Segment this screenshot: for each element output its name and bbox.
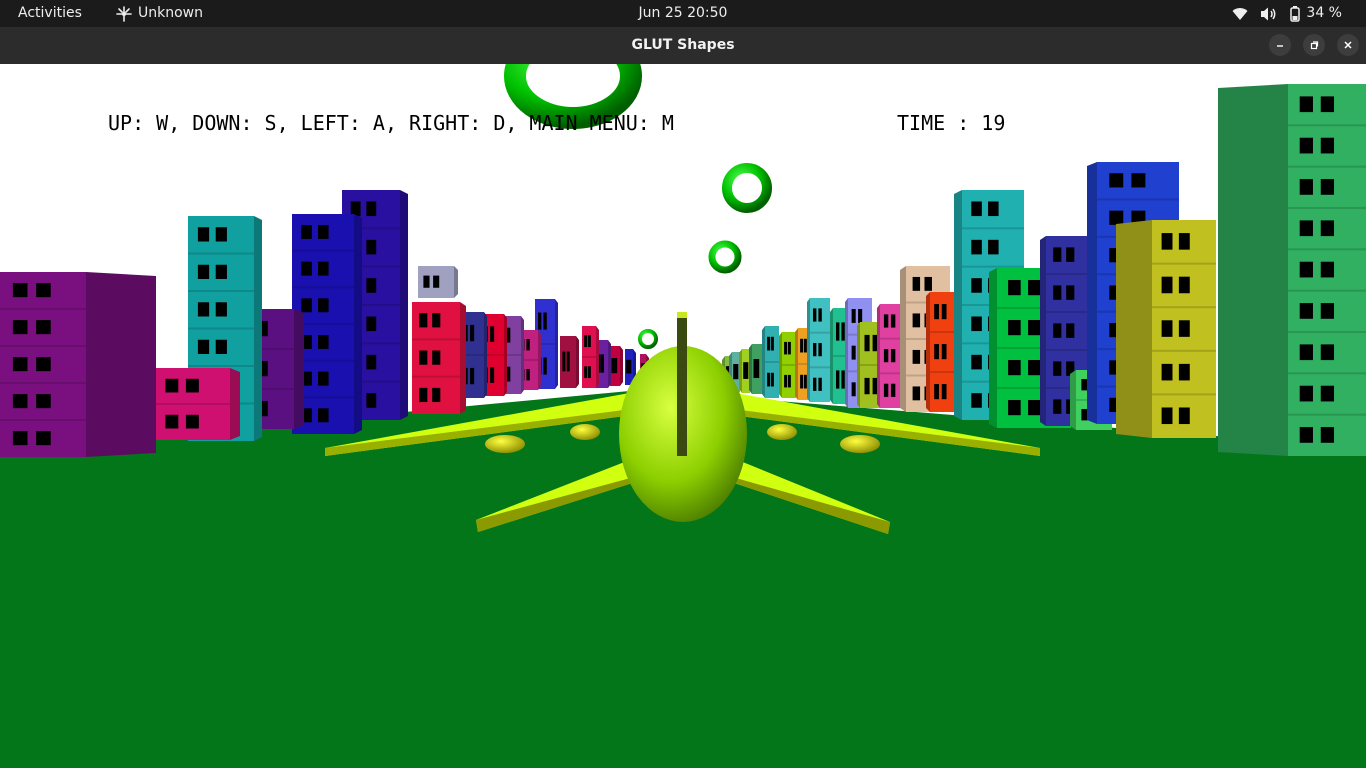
building <box>926 292 958 412</box>
building <box>418 266 458 298</box>
system-top-bar: Activities Unknown Jun 25 20:50 34 % <box>0 0 1366 27</box>
clock[interactable]: Jun 25 20:50 <box>639 5 728 21</box>
building <box>749 344 762 394</box>
building <box>412 302 466 414</box>
close-icon <box>1344 41 1352 49</box>
building <box>739 349 750 393</box>
window-title: GLUT Shapes <box>631 37 735 53</box>
building <box>0 272 156 457</box>
building <box>1116 220 1216 438</box>
battery-icon <box>1290 5 1301 22</box>
building <box>582 326 599 388</box>
building <box>610 346 623 386</box>
building <box>779 332 796 398</box>
battery-percent: 34 % <box>1306 5 1342 21</box>
volume-icon <box>1261 7 1276 20</box>
system-tray[interactable]: 34 % <box>1232 0 1342 27</box>
wifi-icon <box>1232 7 1248 20</box>
building <box>762 326 779 398</box>
activities-button[interactable]: Activities <box>18 0 82 27</box>
game-scene: UP: W, DOWN: S, LEFT: A, RIGHT: D, MAIN … <box>0 64 1366 768</box>
game-viewport[interactable]: UP: W, DOWN: S, LEFT: A, RIGHT: D, MAIN … <box>0 64 1366 768</box>
hud-controls-text: UP: W, DOWN: S, LEFT: A, RIGHT: D, MAIN … <box>108 111 674 135</box>
restore-button[interactable] <box>1303 34 1325 56</box>
building <box>1218 84 1366 456</box>
minimize-icon <box>1277 45 1283 47</box>
restore-icon <box>1310 41 1319 50</box>
app-menu[interactable]: Unknown <box>116 0 203 27</box>
close-button[interactable] <box>1337 34 1359 56</box>
app-name: Unknown <box>138 5 203 21</box>
building <box>807 298 830 402</box>
network-icon <box>116 5 132 22</box>
window-titlebar[interactable]: GLUT Shapes <box>0 27 1366 65</box>
minimize-button[interactable] <box>1269 34 1291 56</box>
building <box>560 336 579 388</box>
building <box>154 368 240 440</box>
hud-time: TIME : 19 <box>897 111 1005 135</box>
